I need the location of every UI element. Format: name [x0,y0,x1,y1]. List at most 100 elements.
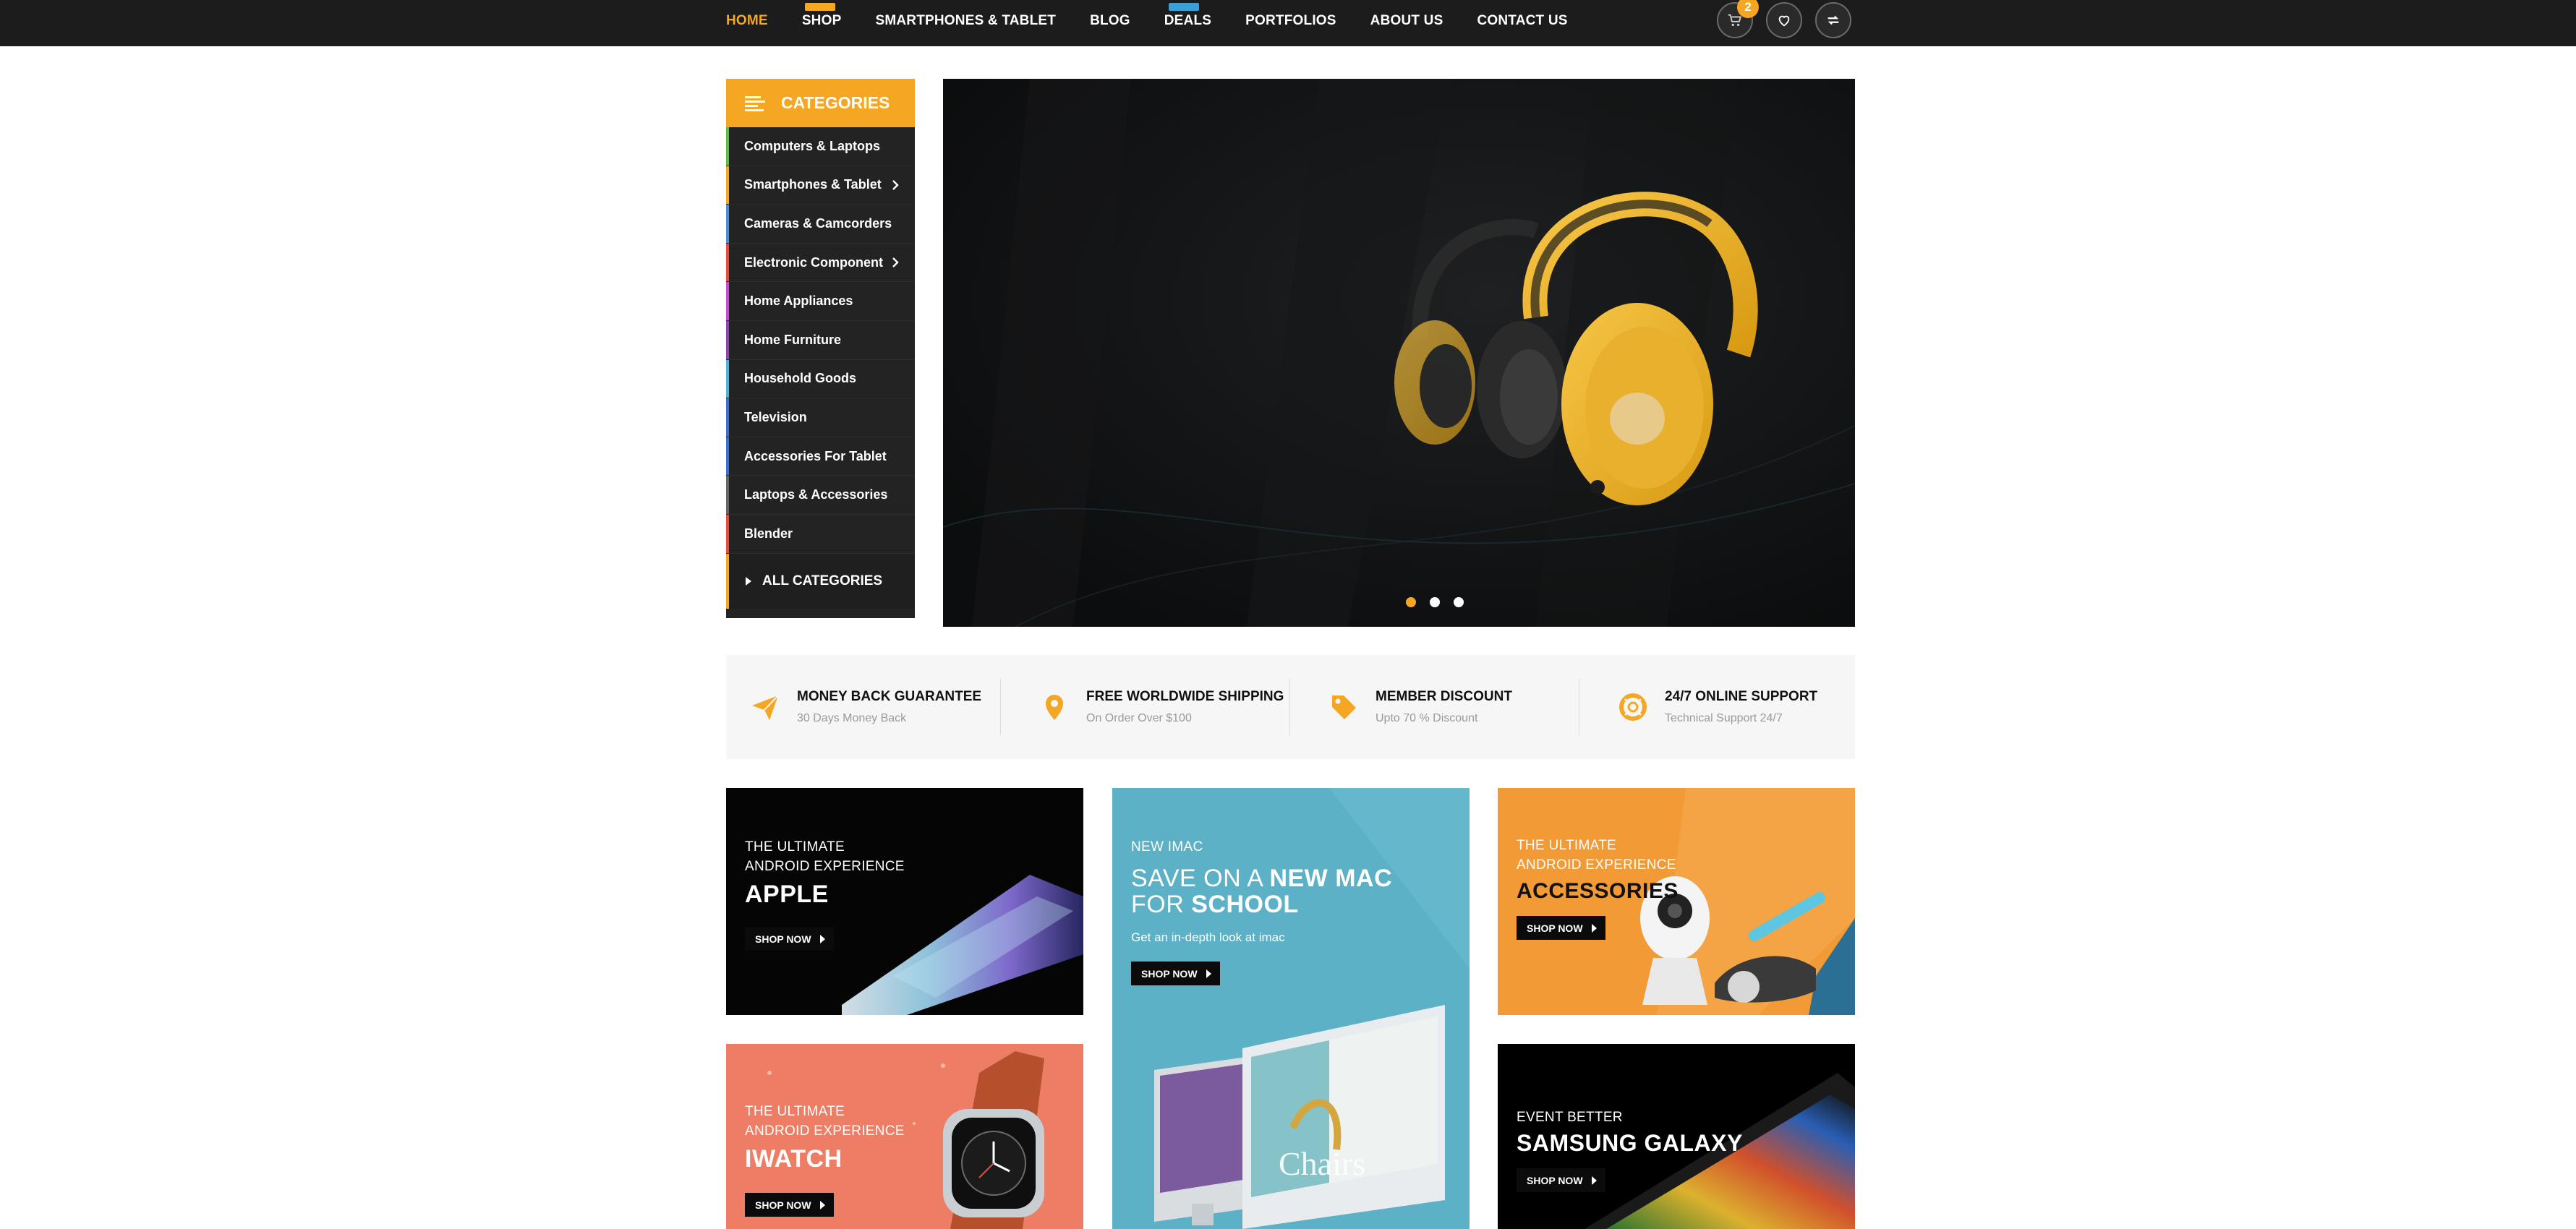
chevron-right-icon [892,179,899,190]
paper-plane-icon [752,695,779,720]
nav-deals[interactable]: DEALS [1164,3,1212,29]
category-stripe [726,437,729,476]
categories-header[interactable]: CATEGORIES [726,79,915,127]
category-label: Electronic Component [744,254,884,270]
banner-line1: THE ULTIMATE [745,839,845,855]
shop-now-button[interactable]: SHOP NOW [745,1193,834,1217]
shop-now-label: SHOP NOW [1527,922,1583,934]
category-label: Household Goods [744,371,856,386]
shop-now-label: SHOP NOW [755,933,811,945]
nav-blog[interactable]: BLOG [1090,13,1130,29]
category-item[interactable]: Television [726,398,915,437]
page: HOME SHOP SMARTPHONES & TABLET BLOG DEAL… [0,0,2576,1229]
category-item[interactable]: Smartphones & Tablet [726,166,915,205]
all-categories-link[interactable]: ALL CATEGORIES [726,553,915,609]
banner-title: APPLE [745,881,829,908]
shop-now-button[interactable]: SHOP NOW [1517,1168,1605,1192]
banner-title: ACCESSORIES [1517,879,1679,903]
category-item[interactable]: Blender [726,514,915,554]
heart-icon [1778,15,1790,27]
banner-line2: ANDROID EXPERIENCE [1517,857,1676,873]
caret-right-icon [1206,969,1211,978]
shop-now-button[interactable]: SHOP NOW [745,927,834,951]
nav-shop[interactable]: SHOP [802,3,842,29]
category-label: Blender [744,526,793,541]
nav-deals-label: DEALS [1164,13,1212,28]
nav-contact[interactable]: CONTACT US [1477,13,1567,29]
caret-right-icon [1591,1176,1597,1185]
header-actions: 2 [1717,0,1864,38]
banner-line2: ANDROID EXPERIENCE [745,859,905,874]
banner-subtitle: Get an in-depth look at imac [1131,930,1285,944]
feature-money-back: MONEY BACK GUARANTEE 30 Days Money Back [726,655,1001,759]
categories-sidebar: CATEGORIES Computers & Laptops Smartphone… [726,79,915,618]
slider-dot[interactable] [1454,597,1464,607]
chevron-right-icon [892,257,899,267]
category-stripe [726,127,729,166]
tag-icon [1332,695,1356,719]
title-part: FOR [1131,891,1192,918]
category-stripe [726,243,729,282]
category-item[interactable]: Household Goods [726,359,915,399]
cart-count-badge: 2 [1737,0,1759,18]
feature-title: MEMBER DISCOUNT [1376,689,1512,704]
top-navbar: HOME SHOP SMARTPHONES & TABLET BLOG DEAL… [0,0,2576,46]
banner-imac[interactable]: Chairs NEW IMAC SAVE ON A NEW MAC FOR SC… [1112,788,1470,1229]
banner-title: IWATCH [745,1145,843,1173]
feature-subtitle: Upto 70 % Discount [1376,712,1478,724]
category-item[interactable]: Home Appliances [726,282,915,321]
category-item[interactable]: Home Furniture [726,320,915,360]
compare-icon [1827,15,1839,25]
cart-button[interactable]: 2 [1717,0,1759,38]
category-item[interactable]: Laptops & Accessories [726,476,915,515]
banner-text: THE ULTIMATE ANDROID EXPERIENCE IWATCH [745,1102,905,1173]
nav-smartphones[interactable]: SMARTPHONES & TABLET [875,13,1056,29]
shop-now-button[interactable]: SHOP NOW [1517,916,1605,940]
category-stripe [726,359,729,398]
banner-accessories[interactable]: THE ULTIMATE ANDROID EXPERIENCE ACCESSOR… [1498,788,1855,1015]
headphones-slide-image [943,79,1855,627]
slider-dot[interactable] [1406,597,1416,607]
categories-title: CATEGORIES [781,93,890,112]
hero-slider[interactable] [943,79,1855,627]
banner-samsung[interactable]: EVENT BETTER SAMSUNG GALAXY SHOP NOW [1498,1044,1855,1229]
banner-text: THE ULTIMATE ANDROID EXPERIENCE APPLE [745,837,905,909]
features-bar: MONEY BACK GUARANTEE 30 Days Money Back F… [726,655,1855,759]
category-label: Laptops & Accessories [744,487,888,502]
caret-right-icon [819,934,825,943]
banner-apple[interactable]: THE ULTIMATE ANDROID EXPERIENCE APPLE SH… [726,788,1083,1015]
category-label: Accessories For Tablet [744,448,887,463]
wishlist-button[interactable] [1766,2,1802,38]
banner-title: SAVE ON A NEW MAC FOR SCHOOL [1131,865,1392,917]
category-stripe [726,398,729,437]
nav-home[interactable]: HOME [726,13,768,29]
title-part-bold: SCHOOL [1191,891,1299,918]
category-list: Computers & Laptops Smartphones & Tablet C… [726,127,915,554]
category-item[interactable]: Cameras & Camcorders [726,205,915,244]
banner-line1: EVENT BETTER [1517,1110,1623,1125]
banner-text: THE ULTIMATE ANDROID EXPERIENCE ACCESSOR… [1517,836,1679,904]
category-item[interactable]: Accessories For Tablet [726,437,915,476]
banner-text: NEW IMAC SAVE ON A NEW MAC FOR SCHOOL Ge… [1131,837,1392,945]
slider-dot[interactable] [1430,597,1440,607]
nav-about[interactable]: ABOUT US [1370,13,1443,29]
category-stripe [726,514,729,553]
category-item[interactable]: Computers & Laptops [726,127,915,166]
nav-portfolios[interactable]: PORTFOLIOS [1245,13,1336,29]
banner-iwatch[interactable]: THE ULTIMATE ANDROID EXPERIENCE IWATCH S… [726,1044,1083,1229]
category-item[interactable]: Electronic Component [726,243,915,283]
feature-subtitle: Technical Support 24/7 [1665,712,1783,724]
menu-lines-icon [745,95,765,111]
category-stripe [726,553,729,609]
category-label: Cameras & Camcorders [744,215,892,231]
category-stripe [726,166,729,205]
nav-badge [1168,3,1199,11]
banner-line1: THE ULTIMATE [745,1104,845,1119]
slider-dots [1406,597,1477,607]
map-pin-icon [1046,695,1063,720]
feature-discount: MEMBER DISCOUNT Upto 70 % Discount [1290,655,1579,759]
compare-button[interactable] [1815,2,1851,38]
shop-now-button[interactable]: SHOP NOW [1131,962,1220,985]
caret-right-icon [819,1200,825,1209]
category-stripe [726,320,729,359]
